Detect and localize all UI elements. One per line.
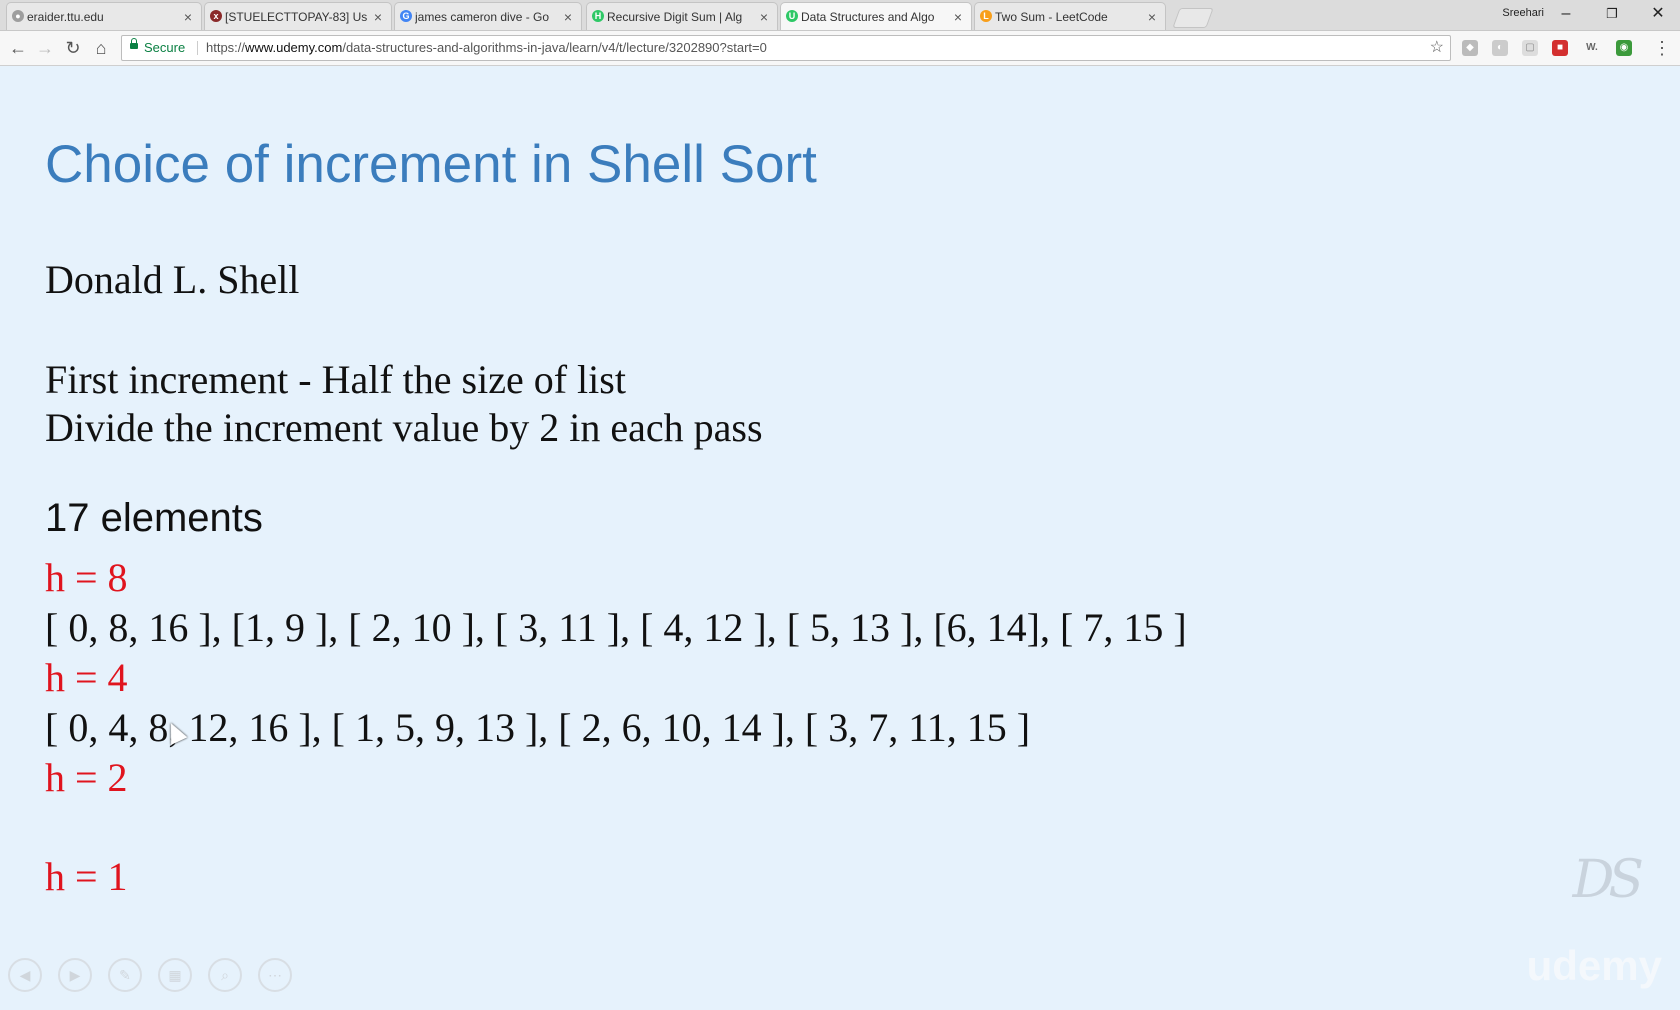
h-value-4: h = 4 [45,655,128,700]
pen-icon[interactable]: ✎ [108,958,142,992]
slides-grid-icon[interactable]: ▦ [158,958,192,992]
close-icon[interactable]: × [1145,9,1159,25]
tab-title: eraider.ttu.edu [27,9,104,24]
tab-udemy[interactable]: U Data Structures and Algo × [780,2,972,30]
divider [197,41,198,55]
groups-h4: [ 0, 4, 8, 12, 16 ], [ 1, 5, 9, 13 ], [ … [45,705,1031,750]
reload-icon[interactable]: ↻ [61,36,85,60]
lock-icon [130,38,138,49]
minimize-button[interactable]: – [1544,2,1588,26]
previous-slide-icon[interactable]: ◀ [8,958,42,992]
new-tab-button[interactable] [1172,8,1214,28]
tab-title: [STUELECTTOPAY-83] Us [225,9,367,24]
url-prefix: https:// [206,40,246,55]
tab-title: Two Sum - LeetCode [995,9,1108,24]
browser-toolbar: ← → ↻ ⌂ Secure https://www.udemy.com/dat… [0,31,1680,66]
jira-icon: x [210,10,222,22]
close-icon[interactable]: × [951,9,965,25]
url-host: www.udemy.com [245,40,343,55]
udemy-icon: U [786,10,798,22]
extension-icon[interactable]: ◆ [1462,40,1478,56]
h-value-1: h = 1 [45,854,128,899]
url-path: /data-structures-and-algorithms-in-java/… [342,40,767,55]
tab-google[interactable]: G james cameron dive - Go × [394,2,582,30]
close-icon[interactable]: × [561,9,575,25]
slide-title: Choice of increment in Shell Sort [45,135,817,194]
tab-jira[interactable]: x [STUELECTTOPAY-83] Us × [204,2,392,30]
lecture-slide: Choice of increment in Shell Sort Donald… [0,66,1680,1010]
profile-name[interactable]: Sreehari [1502,7,1544,19]
hackerrank-icon: H [592,10,604,22]
globe-icon: ● [12,10,24,22]
author-name: Donald L. Shell [45,257,300,302]
bookmark-star-icon[interactable]: ☆ [1430,36,1444,60]
h-value-2: h = 2 [45,755,128,800]
extension-icon[interactable]: ◐ [1492,40,1508,56]
rule-divide: Divide the increment value by 2 in each … [45,405,763,450]
w-extension-icon[interactable]: W. [1584,40,1600,56]
tab-eraider[interactable]: ● eraider.ttu.edu × [6,2,202,30]
close-icon[interactable]: × [181,9,195,25]
back-icon[interactable]: ← [6,36,30,60]
menu-icon[interactable]: ⋮ [1650,36,1674,60]
home-icon[interactable]: ⌂ [89,36,113,60]
close-window-button[interactable]: ✕ [1636,2,1680,26]
tab-title: james cameron dive - Go [415,9,550,24]
tab-leetcode[interactable]: L Two Sum - LeetCode × [974,2,1166,30]
tab-title: Data Structures and Algo [801,9,935,24]
tab-title: Recursive Digit Sum | Alg [607,9,743,24]
tab-hackerrank[interactable]: H Recursive Digit Sum | Alg × [586,2,778,30]
tab-strip: ● eraider.ttu.edu × x [STUELECTTOPAY-83]… [0,0,1680,31]
adblock-icon[interactable]: ■ [1552,40,1568,56]
close-icon[interactable]: × [371,9,385,25]
h-value-8: h = 8 [45,555,128,600]
audio-extension-icon[interactable]: ◉ [1616,40,1632,56]
rule-first-increment: First increment - Half the size of list [45,357,626,402]
more-options-icon[interactable]: ⋯ [258,958,292,992]
address-bar[interactable]: Secure https://www.udemy.com/data-struct… [121,35,1451,61]
extension-icon[interactable]: ▢ [1522,40,1538,56]
udemy-watermark: udemy [1526,942,1662,989]
url-text[interactable]: https://www.udemy.com/data-structures-an… [206,36,767,60]
ds-watermark-logo: DS [1572,850,1644,910]
next-slide-icon[interactable]: ▶ [58,958,92,992]
close-icon[interactable]: × [757,9,771,25]
forward-icon[interactable]: → [33,36,57,60]
restore-button[interactable]: ❐ [1590,2,1634,26]
leetcode-icon: L [980,10,992,22]
secure-label: Secure [144,40,186,55]
zoom-icon[interactable]: ⌕ [208,958,242,992]
groups-h8: [ 0, 8, 16 ], [1, 9 ], [ 2, 10 ], [ 3, 1… [45,605,1187,650]
element-count: 17 elements [45,496,263,540]
google-icon: G [400,10,412,22]
